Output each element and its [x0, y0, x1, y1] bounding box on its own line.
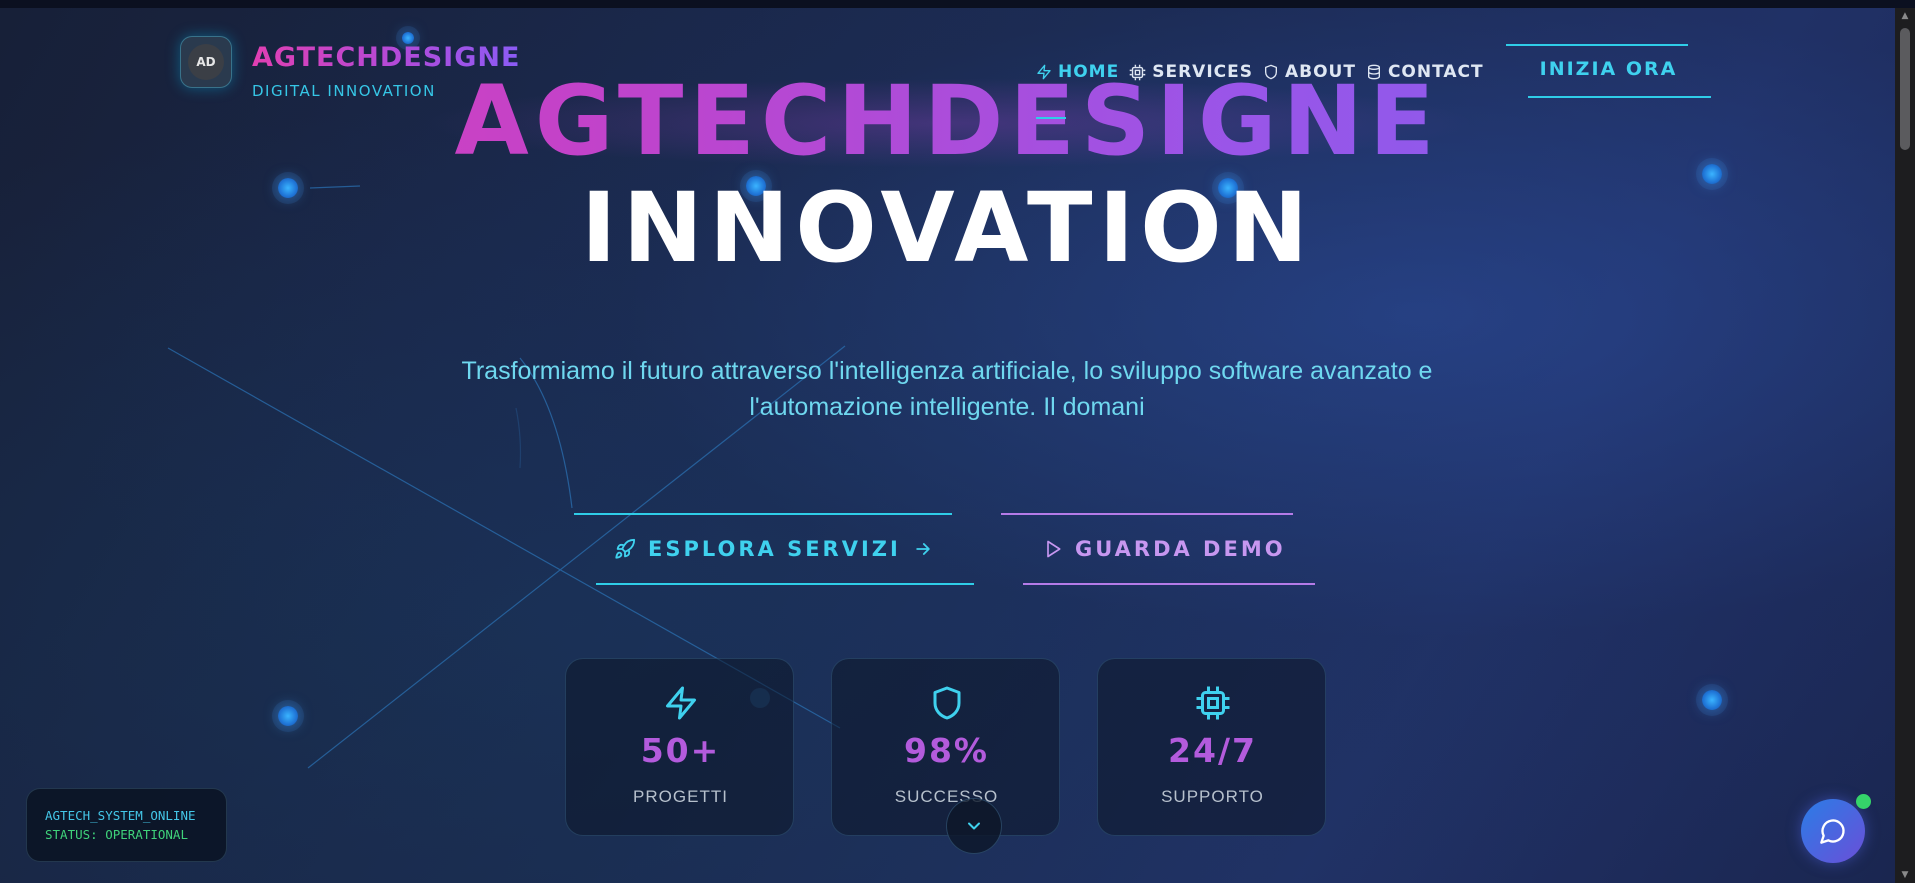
- button-bottom-border: [596, 583, 974, 585]
- scroll-down-arrow-icon[interactable]: ▼: [1895, 867, 1915, 883]
- nav-item-services[interactable]: SERVICES: [1129, 62, 1253, 82]
- system-status-panel: AGTECH_SYSTEM_ONLINE STATUS: OPERATIONAL: [26, 788, 227, 862]
- hero-subtitle: INNOVATION: [580, 172, 1315, 284]
- button-label: GUARDA DEMO: [1075, 537, 1286, 561]
- database-icon: [1367, 64, 1380, 80]
- stat-card-success: 98% SUCCESSO: [831, 658, 1060, 836]
- cta-top-border: [1506, 44, 1688, 46]
- status-line-operational: STATUS: OPERATIONAL: [45, 827, 188, 842]
- brand-subtitle: DIGITAL INNOVATION: [252, 82, 436, 100]
- page-viewport: AD AGTECHDESIGNE AGTECHDESIGNE DIGITAL I…: [0, 8, 1895, 883]
- stat-value: 24/7: [1168, 731, 1257, 770]
- play-icon: [1047, 540, 1061, 558]
- cpu-icon: [1196, 686, 1229, 720]
- stat-card-support: 24/7 SUPPORTO: [1097, 658, 1326, 836]
- nav-label: CONTACT: [1387, 62, 1484, 82]
- watch-demo-button[interactable]: GUARDA DEMO: [1001, 513, 1315, 585]
- nav-label: ABOUT: [1284, 62, 1356, 82]
- zap-icon: [665, 686, 696, 720]
- stat-value: 50+: [640, 731, 721, 770]
- button-label: ESPLORA SERVIZI: [648, 537, 901, 561]
- nav-item-home[interactable]: HOME: [1036, 62, 1119, 82]
- network-node: [1702, 690, 1722, 710]
- button-content: ESPLORA SERVIZI: [614, 513, 945, 585]
- stat-icon-wrap: [566, 685, 795, 721]
- stat-value: 98%: [904, 731, 989, 770]
- stat-label: SUPPORTO: [1161, 787, 1264, 806]
- browser-top-strip: [0, 0, 1915, 8]
- stat-icon-wrap: [832, 685, 1061, 721]
- chat-button[interactable]: [1801, 799, 1865, 863]
- scroll-down-button[interactable]: [946, 798, 1002, 854]
- nav-item-about[interactable]: ABOUT: [1263, 62, 1356, 82]
- status-line-system: AGTECH_SYSTEM_ONLINE: [45, 808, 196, 823]
- rocket-icon: [615, 538, 636, 559]
- arrow-right-icon: [916, 543, 930, 555]
- stat-label: SUCCESSO: [894, 787, 999, 806]
- hero-description: Trasformiamo il futuro attraverso l'inte…: [461, 357, 1433, 421]
- chevron-down-icon: [968, 822, 980, 830]
- nav-item-contact[interactable]: CONTACT: [1366, 62, 1484, 82]
- shield-icon: [1264, 64, 1277, 80]
- explore-services-button[interactable]: ESPLORA SERVIZI: [574, 513, 974, 585]
- online-indicator-dot: [1856, 794, 1871, 809]
- brand-title[interactable]: AGTECHDESIGNE: [252, 42, 520, 73]
- scroll-up-arrow-icon[interactable]: ▲: [1895, 8, 1915, 24]
- chat-bubble-icon: [1820, 819, 1845, 844]
- start-now-button[interactable]: INIZIA ORA: [1506, 44, 1711, 98]
- vertical-scrollbar[interactable]: ▲ ▼: [1895, 8, 1915, 883]
- nav-label: SERVICES: [1152, 62, 1253, 82]
- cpu-icon: [1129, 64, 1146, 80]
- button-bottom-border: [1023, 583, 1315, 585]
- nav-active-underline: [1036, 117, 1066, 119]
- cta-label: INIZIA ORA: [1539, 58, 1678, 80]
- scrollbar-thumb[interactable]: [1900, 28, 1910, 150]
- stat-card-projects: 50+ PROGETTI: [565, 658, 794, 836]
- network-node: [278, 706, 298, 726]
- cta-bottom-border: [1528, 96, 1711, 98]
- stat-label: PROGETTI: [633, 787, 728, 806]
- shield-icon: [933, 686, 960, 720]
- nav-label: HOME: [1058, 62, 1120, 82]
- button-content: GUARDA DEMO: [1043, 513, 1286, 585]
- main-navigation: HOME SERVICES ABOUT CONTACT: [1036, 60, 1494, 84]
- stat-icon-wrap: [1098, 685, 1327, 721]
- zap-icon: [1037, 64, 1051, 80]
